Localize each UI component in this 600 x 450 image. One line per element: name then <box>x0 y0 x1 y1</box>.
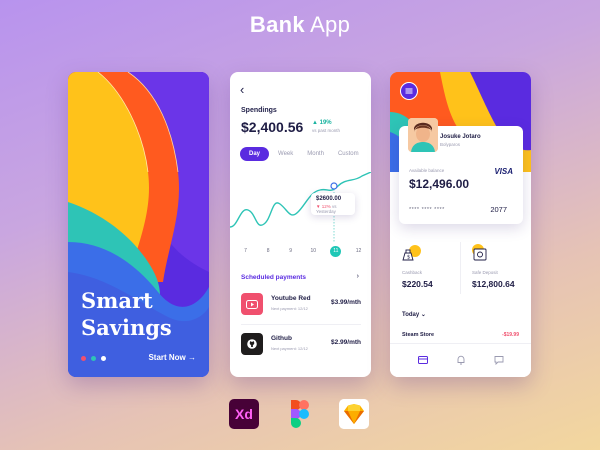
youtube-icon <box>241 293 263 315</box>
avatar[interactable] <box>408 118 438 152</box>
payment-name: Youtube Red <box>271 295 311 302</box>
chart-tooltip: $2600.00 ▼ 12% vs Yesterday <box>311 193 355 215</box>
payment-item[interactable]: Youtube Red Next payment: 12/12 $3.99/mt… <box>241 293 361 317</box>
heading-line-2: Savings <box>81 315 172 340</box>
balance-label: Available balance <box>409 168 445 173</box>
payment-next: Next payment: 12/12 <box>271 346 308 351</box>
card-icon[interactable] <box>418 355 428 365</box>
svg-text:$: $ <box>407 255 410 261</box>
chart-x-labels: 7 8 9 10 11 12 <box>240 246 364 257</box>
money-bag-icon: $ <box>402 245 421 261</box>
x-label[interactable]: 9 <box>285 246 296 257</box>
scheduled-payments-heading: Scheduled payments <box>241 274 307 281</box>
x-label[interactable]: 7 <box>240 246 251 257</box>
visa-logo: VISA <box>494 167 513 176</box>
spendings-amount: $2,400.56 <box>241 119 304 135</box>
stat-label: Cashback <box>402 270 423 275</box>
period-tabs: Day Week Month Custom <box>240 147 364 161</box>
card-last-four: 2077 <box>490 205 507 214</box>
user-name: Josuke Jotaro <box>440 134 481 140</box>
chevron-right-icon[interactable]: › <box>357 273 359 280</box>
adobe-xd-icon: Xd <box>229 399 259 429</box>
payment-amount: $2.99/mth <box>331 339 361 346</box>
stat-cashback[interactable]: $ Cashback $220.54 <box>402 244 462 296</box>
x-label-selected[interactable]: 11 <box>330 246 342 257</box>
card-number-masked: **** **** **** <box>409 207 445 213</box>
tab-month[interactable]: Month <box>302 147 329 161</box>
safe-icon <box>472 244 487 261</box>
indicator-dot-2[interactable] <box>91 356 96 361</box>
tooltip-change: ▼ 12% vs Yesterday <box>316 204 350 214</box>
figma-icon <box>291 400 309 428</box>
payment-next: Next payment: 12/12 <box>271 306 308 311</box>
stat-value: $220.54 <box>402 279 433 289</box>
menu-button[interactable] <box>400 82 418 100</box>
page-title: Bank App <box>0 12 600 38</box>
github-icon <box>241 333 263 355</box>
transaction-amount: -$19.99 <box>502 332 519 338</box>
spendings-change: ▲ 19% <box>312 120 332 126</box>
stat-label: Safe Deposit <box>472 270 498 275</box>
today-dropdown[interactable]: Today ⌄ <box>402 311 426 318</box>
balance-amount: $12,496.00 <box>409 177 470 191</box>
heading-line-1: Smart <box>81 288 153 313</box>
menu-icon <box>401 83 417 99</box>
start-now-button[interactable]: Start Now → <box>148 353 196 362</box>
stat-safe-deposit[interactable]: Safe Deposit $12,800.64 <box>472 244 531 296</box>
sketch-icon <box>339 399 369 429</box>
back-icon[interactable]: ‹ <box>240 82 244 97</box>
payment-item[interactable]: Github Next payment: 12/12 $2.99/mth <box>241 333 361 357</box>
divider <box>241 324 361 325</box>
balance-card[interactable]: Josuke Jotaro Bolyparos Available balanc… <box>399 118 523 224</box>
indicator-dot-1[interactable] <box>81 356 86 361</box>
spendings-label: Spendings <box>241 107 277 114</box>
page-indicator <box>81 356 106 361</box>
indicator-dot-3[interactable] <box>101 356 106 361</box>
chart-selected-point <box>330 182 338 190</box>
phone-onboarding: Smart Savings Start Now → <box>68 72 209 377</box>
bottom-nav <box>390 343 531 377</box>
x-label[interactable]: 12 <box>353 246 364 257</box>
payment-name: Github <box>271 335 292 342</box>
divider <box>460 242 461 294</box>
tooltip-value: $2600.00 <box>316 196 342 202</box>
title-light: App <box>304 12 351 37</box>
x-label[interactable]: 8 <box>263 246 274 257</box>
tab-week[interactable]: Week <box>273 147 298 161</box>
tab-day[interactable]: Day <box>240 147 270 161</box>
bell-icon[interactable] <box>456 355 466 365</box>
x-label[interactable]: 10 <box>308 246 319 257</box>
title-bold: Bank <box>249 12 305 37</box>
phone-spendings: ‹ Spendings $2,400.56 ▲ 19% vs past mont… <box>230 72 371 377</box>
phone-dashboard: Josuke Jotaro Bolyparos Available balanc… <box>390 72 531 377</box>
chat-icon[interactable] <box>494 355 504 365</box>
stat-value: $12,800.64 <box>472 279 515 289</box>
spendings-change-sub: vs past month <box>312 128 341 133</box>
tab-custom[interactable]: Custom <box>333 147 364 161</box>
payment-amount: $3.99/mth <box>331 299 361 306</box>
transaction-name[interactable]: Steam Store <box>402 332 434 338</box>
onboarding-heading: Smart Savings <box>81 287 172 341</box>
user-role: Bolyparos <box>440 142 461 147</box>
